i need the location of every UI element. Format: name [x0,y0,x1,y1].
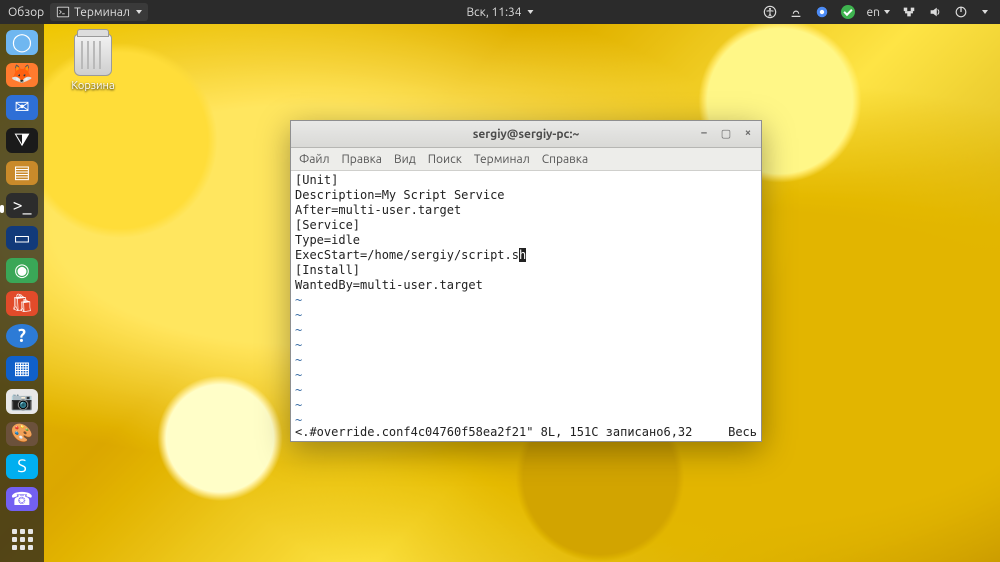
activities-button[interactable]: Обзор [8,6,44,19]
network-icon[interactable] [902,5,916,19]
status-ok-icon[interactable] [841,5,855,19]
dock-help[interactable]: ? [6,324,38,349]
vim-status-line: <.#override.conf4c04760f58ea2f21" 8L, 15… [291,425,761,441]
clock-area[interactable]: Вск, 11:34 [466,6,533,19]
dock-chromium[interactable]: ◯ [6,30,38,55]
active-app-label: Терминал [74,6,130,19]
dock-skype[interactable]: S [6,454,38,479]
menu-edit[interactable]: Правка [342,153,382,166]
dock-notes[interactable]: ▤ [6,161,38,186]
menu-search[interactable]: Поиск [428,153,462,166]
chrome-tray-icon[interactable] [815,5,829,19]
status-scroll: Весь [728,425,757,439]
status-cursor-pos: 6,32 [663,425,692,439]
chevron-down-icon [528,10,534,14]
window-close-button[interactable]: × [741,126,755,140]
terminal-editor-area[interactable]: [Unit] Description=My Script Service Aft… [291,171,761,425]
active-app-menu[interactable]: Терминал [50,3,148,21]
gnome-top-panel: Обзор Терминал Вск, 11:34 en [0,0,1000,24]
terminal-icon [56,5,70,19]
keyboard-layout-indicator[interactable]: en [867,6,890,19]
dock-gimp[interactable]: 🎨 [6,422,38,447]
trash-label: Корзина [62,80,124,92]
dock-viber[interactable]: ☎ [6,487,38,512]
dock-panel: ◯ 🦊 ✉ ⧩ ▤ >_ ▭ ◉ 🛍? ▦ 📷 🎨 S ☎ [0,24,44,562]
terminal-menubar: Файл Правка Вид Поиск Терминал Справка [291,148,761,171]
menu-terminal[interactable]: Терминал [474,153,530,166]
window-titlebar[interactable]: sergiy@sergiy-pc:~ – ▢ × [291,121,761,148]
menu-help[interactable]: Справка [542,153,588,166]
menu-file[interactable]: Файл [299,153,330,166]
dock-software[interactable]: 🛍 [6,291,38,316]
window-minimize-button[interactable]: – [697,126,711,140]
dock-writer[interactable]: ▭ [6,226,38,251]
chevron-down-icon [136,10,142,14]
volume-icon[interactable] [928,5,942,19]
chevron-down-icon [884,10,890,14]
dock-firefox[interactable]: 🦊 [6,63,38,88]
dock-mate[interactable]: ◉ [6,258,38,283]
clock-label: Вск, 11:34 [466,6,521,19]
power-icon[interactable] [954,5,968,19]
accessibility-icon[interactable] [763,5,777,19]
window-title: sergiy@sergiy-pc:~ [473,128,580,141]
chevron-down-icon [982,10,988,14]
trash-icon [74,34,112,76]
desktop-trash[interactable]: Корзина [62,34,124,92]
dock-terminal[interactable]: >_ [6,193,38,218]
show-applications-button[interactable] [6,527,38,552]
dock-vscode[interactable]: ⧩ [6,128,38,153]
status-message: <.#override.conf4c04760f58ea2f21" 8L, 15… [295,425,663,439]
dock-virtualbox[interactable]: ▦ [6,356,38,381]
menu-view[interactable]: Вид [394,153,416,166]
dock-thunderbird[interactable]: ✉ [6,95,38,120]
terminal-window: sergiy@sergiy-pc:~ – ▢ × Файл Правка Вид… [290,120,762,442]
weather-icon[interactable] [789,5,803,19]
dock-camera[interactable]: 📷 [6,389,38,414]
window-maximize-button[interactable]: ▢ [719,126,733,140]
